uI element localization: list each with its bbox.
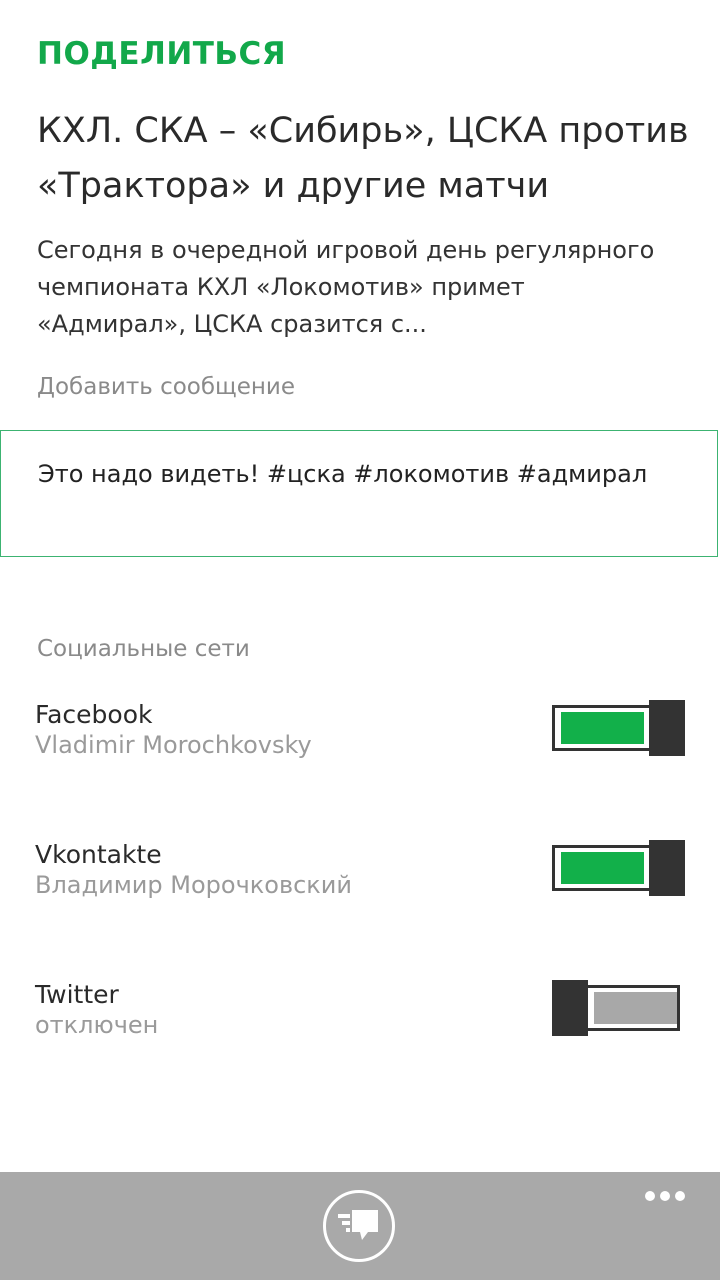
more-dot: [660, 1191, 670, 1201]
article-summary: Сегодня в очередной игровой день регуляр…: [37, 236, 655, 338]
share-icon: [338, 1210, 378, 1240]
social-networks-header: Социальные сети: [37, 636, 250, 662]
social-account: отключен: [35, 1011, 159, 1039]
toggle-thumb[interactable]: [552, 980, 588, 1036]
message-label: Добавить сообщение: [37, 374, 296, 400]
toggle-fill: [594, 992, 677, 1024]
social-account: Vladimir Morochkovsky: [35, 731, 312, 759]
facebook-toggle[interactable]: [552, 700, 685, 756]
toggle-fill: [561, 852, 644, 884]
share-button[interactable]: [323, 1190, 395, 1262]
message-input-text[interactable]: Это надо видеть! #цска #локомотив #адмир…: [38, 454, 678, 495]
vkontakte-toggle[interactable]: [552, 840, 685, 896]
twitter-toggle[interactable]: [552, 980, 685, 1036]
page-title: ПОДЕЛИТЬСЯ: [37, 36, 287, 72]
toggle-fill: [561, 712, 644, 744]
more-dot: [645, 1191, 655, 1201]
toggle-thumb[interactable]: [649, 700, 685, 756]
more-button[interactable]: [640, 1186, 690, 1206]
social-name: Twitter: [35, 980, 119, 1009]
social-name: Vkontakte: [35, 840, 162, 869]
more-dot: [675, 1191, 685, 1201]
toggle-thumb[interactable]: [649, 840, 685, 896]
social-row-vkontakte: Vkontakte Владимир Морочковский: [0, 840, 720, 920]
article-title: КХЛ. СКА – «Сибирь», ЦСКА против «Тракто…: [37, 111, 689, 206]
social-row-facebook: Facebook Vladimir Morochkovsky: [0, 700, 720, 780]
social-account: Владимир Морочковский: [35, 871, 352, 899]
social-name: Facebook: [35, 700, 153, 729]
social-row-twitter: Twitter отключен: [0, 980, 720, 1060]
app-bar: [0, 1172, 720, 1280]
